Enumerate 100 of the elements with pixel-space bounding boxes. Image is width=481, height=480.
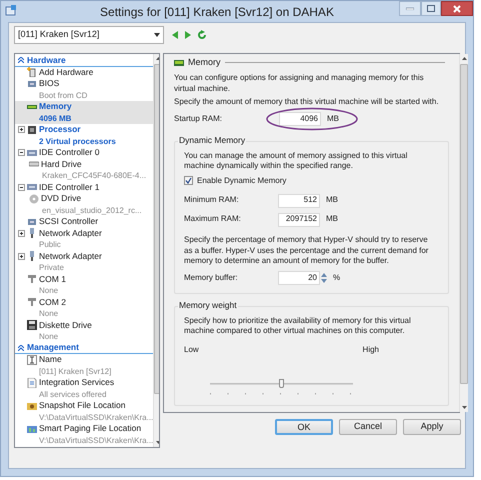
tree-item-label[interactable]: Hard Drive — [41, 158, 82, 170]
window-title: Settings for [011] Kraken [Svr12] on DAHAK — [100, 4, 334, 20]
expand-icon[interactable] — [18, 230, 25, 237]
tree-item-label[interactable]: Add Hardware — [39, 66, 94, 78]
description-text: Specify the amount of memory that this virtual machine will be started with. — [174, 97, 440, 108]
checkbox-label: Enable Dynamic Memory — [197, 176, 286, 186]
tree-item-label[interactable]: BIOS — [39, 78, 60, 90]
minimize-icon — [406, 7, 414, 10]
scrollbar[interactable] — [459, 54, 468, 412]
forward-arrow-icon[interactable] — [185, 31, 191, 39]
tree-item-detail: 2 Virtual processors — [38, 136, 117, 147]
disc-icon — [29, 194, 39, 204]
folder-chart-icon — [27, 424, 37, 434]
tree-item-label[interactable]: Diskette Drive — [39, 320, 92, 331]
maximize-button[interactable] — [421, 1, 441, 16]
description-text: You can manage the amount of memory assigned to this virtual machine dynamically within the specified range. — [184, 150, 408, 172]
description-text: Specify the percentage of memory that Hyper-V should try to reserve as a buffer. Hyper-V uses the percentage and the current demand for memory to determine an amount of memory for the buffer. — [184, 235, 430, 266]
number-field[interactable]: 2097152 — [278, 212, 320, 226]
number-field[interactable]: 20 — [278, 271, 320, 285]
check-icon — [185, 177, 192, 184]
tree-item-detail: V:\DataVirtualSSD\Kraken\Kra... — [38, 412, 154, 423]
collapse-icon[interactable] — [18, 184, 25, 191]
number-field[interactable]: 4096 — [279, 112, 321, 126]
dialog-button[interactable]: Apply — [403, 419, 461, 435]
vm-dropdown[interactable]: [011] Kraken [Svr12] — [14, 26, 164, 44]
tree-item-label[interactable]: Name — [39, 354, 62, 366]
document-icon — [27, 378, 37, 388]
tree-item-label[interactable]: Processor — [39, 124, 81, 136]
field-label: Startup RAM: — [174, 114, 224, 124]
section-heading: Memory — [188, 57, 221, 68]
scroll-thumb[interactable] — [460, 64, 468, 384]
field-label: Minimum RAM: — [184, 195, 240, 206]
unit-label: MB — [326, 195, 338, 206]
group-label: Dynamic Memory — [178, 134, 246, 145]
tree-item-label[interactable]: IDE Controller 0 — [39, 147, 100, 158]
port-icon — [27, 274, 37, 284]
unit-label: % — [333, 272, 340, 284]
dialog-button[interactable]: Cancel — [339, 419, 397, 435]
unit-label: MB — [326, 214, 338, 225]
section-heading[interactable]: Hardware — [27, 54, 66, 67]
tree-item-label[interactable]: Network Adapter — [39, 228, 102, 239]
network-plug-icon — [27, 228, 37, 238]
slider-low-label: Low — [184, 344, 199, 355]
scroll-down-icon[interactable] — [462, 406, 466, 409]
tree-item-label[interactable]: Snapshot File Location — [39, 400, 126, 412]
expand-icon[interactable] — [18, 252, 25, 260]
tree-item-detail: None — [38, 285, 60, 296]
tree-item-detail: [011] Kraken [Svr12] — [38, 366, 112, 377]
tree-item-label[interactable]: Integration Services — [39, 377, 114, 388]
collapse-chevron-icon — [18, 57, 24, 64]
tree-item-detail: Kraken_CFC45F40-680E-4... — [41, 170, 148, 182]
text-cursor-icon — [27, 354, 37, 365]
controller-icon — [27, 182, 37, 192]
controller-icon — [27, 148, 37, 158]
scroll-up-icon[interactable] — [156, 57, 159, 60]
memory-stick-icon — [174, 60, 184, 66]
caret-icon — [154, 33, 160, 37]
memory-weight-slider[interactable] — [210, 379, 353, 391]
tree-item-detail: Private — [38, 262, 65, 274]
camera-folder-icon — [27, 400, 37, 411]
tree-item-detail: None — [38, 331, 60, 342]
back-arrow-icon[interactable] — [172, 31, 178, 39]
tree-item-detail: None — [38, 308, 60, 320]
tree-item-detail: V:\DataVirtualSSD\Kraken\Kra... — [38, 434, 154, 446]
network-plug-icon — [27, 251, 37, 262]
checkbox[interactable] — [184, 176, 193, 186]
tree-item-label[interactable]: Smart Paging File Location — [39, 423, 142, 434]
dialog-button[interactable]: OK — [275, 419, 333, 435]
close-icon — [453, 4, 461, 12]
expand-icon[interactable] — [18, 126, 25, 134]
slider-thumb[interactable] — [279, 379, 284, 388]
tree-item-label[interactable]: IDE Controller 1 — [39, 182, 100, 193]
port-icon — [27, 297, 37, 308]
description-text: Specify how to prioritize the availability of memory for this virtual machine compared to other virtual machines on this computer. — [184, 316, 412, 336]
close-button[interactable] — [441, 1, 473, 16]
tree-item-detail: All services offered — [38, 388, 108, 400]
scroll-down-icon[interactable] — [156, 441, 159, 444]
collapse-chevron-icon — [18, 344, 24, 351]
section-heading[interactable]: Management — [27, 341, 79, 354]
tree-item-label[interactable]: Network Adapter — [39, 250, 102, 262]
tree-item-label[interactable]: Memory — [39, 101, 72, 112]
chip-icon — [27, 216, 37, 227]
description-text: You can configure options for assigning and managing memory for this virtual machine. — [174, 73, 425, 94]
tree-item-detail: Public — [38, 239, 62, 250]
processor-icon — [27, 124, 37, 135]
tree-item-label[interactable]: SCSI Controller — [39, 216, 98, 228]
tree-item-detail: 4096 MB — [38, 112, 72, 124]
maximize-icon — [427, 5, 435, 12]
tree-item-label[interactable]: DVD Drive — [41, 193, 82, 204]
tree-item-label[interactable]: COM 2 — [39, 296, 66, 308]
field-label: Memory buffer: — [184, 272, 239, 284]
group-label: Memory weight — [178, 300, 238, 310]
settings-app-icon — [5, 5, 17, 17]
number-field[interactable]: 512 — [278, 194, 320, 208]
unit-label: MB — [327, 114, 339, 124]
tree-item-label[interactable]: COM 1 — [39, 274, 66, 285]
chip-icon — [27, 78, 37, 89]
scroll-up-icon[interactable] — [462, 57, 466, 60]
refresh-icon[interactable] — [197, 30, 207, 40]
collapse-icon[interactable] — [18, 149, 25, 156]
